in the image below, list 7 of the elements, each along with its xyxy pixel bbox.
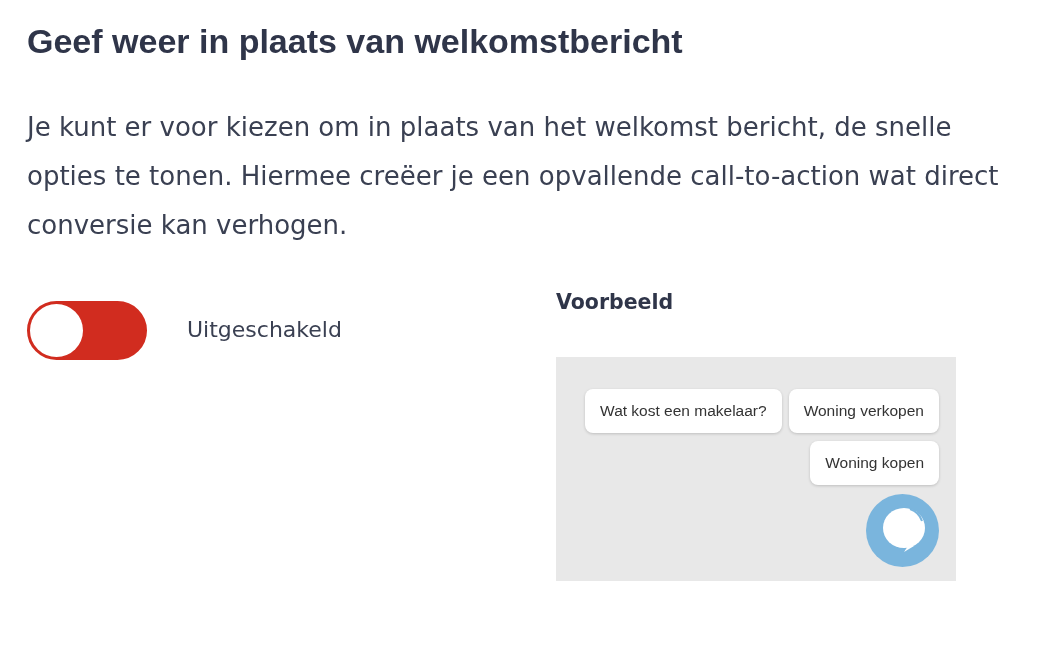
section-title: Geef weer in plaats van welkomstbericht: [27, 21, 683, 62]
preview-title: Voorbeeld: [556, 289, 674, 316]
toggle-status-label: Uitgeschakeld: [187, 316, 342, 344]
quick-reply-chip[interactable]: Woning verkopen: [788, 389, 939, 433]
section-description: Je kunt er voor kiezen om in plaats van het welkomst bericht, de snelle opties te tonen. Hiermee creëer je een opvallende call-to-action wat direct conversie kan verhogen.: [27, 111, 1000, 242]
quick-reply-chip[interactable]: Wat kost een makelaar?: [585, 389, 782, 433]
quick-reply-chip[interactable]: Woning kopen: [810, 441, 939, 485]
